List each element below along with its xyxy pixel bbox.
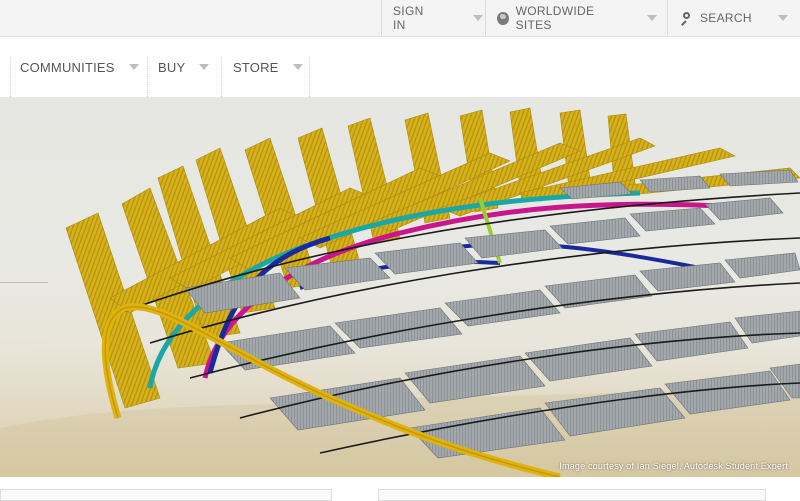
content-card — [0, 489, 332, 501]
nav-item-buy[interactable]: BUY — [158, 57, 210, 77]
search-label: SEARCH — [700, 11, 752, 25]
chevron-down-icon — [777, 15, 788, 21]
chevron-down-icon — [473, 15, 483, 21]
nav-item-communities[interactable]: COMMUNITIES — [20, 57, 139, 77]
divider — [485, 0, 486, 36]
chevron-down-icon — [128, 64, 139, 70]
divider — [309, 57, 310, 97]
chevron-down-icon — [292, 64, 303, 70]
globe-icon — [497, 11, 509, 25]
sign-in-button[interactable]: SIGN IN — [393, 0, 483, 36]
worldwide-sites-label: WORLDWIDE SITES — [515, 4, 595, 32]
chevron-down-icon — [647, 15, 657, 21]
chevron-down-icon — [199, 64, 210, 70]
search-button[interactable]: SEARCH — [680, 0, 798, 36]
nav-item-store[interactable]: STORE — [233, 57, 303, 77]
search-icon — [680, 11, 693, 25]
divider — [221, 57, 222, 97]
hero-image — [0, 107, 800, 477]
divider — [0, 282, 48, 283]
sign-in-label: SIGN IN — [393, 4, 424, 32]
hero-banner[interactable]: Image courtesy of Ian Siegel, Autodesk S… — [0, 98, 800, 477]
image-credit: Image courtesy of Ian Siegel, Autodesk S… — [559, 461, 788, 471]
nav-item-label: COMMUNITIES — [20, 59, 115, 75]
utility-bar: SIGN IN WORLDWIDE SITES SEARCH — [0, 0, 800, 37]
nav-item-label: STORE — [233, 59, 279, 75]
divider — [10, 57, 11, 97]
divider — [667, 0, 668, 36]
worldwide-sites-button[interactable]: WORLDWIDE SITES — [497, 0, 657, 36]
divider — [381, 0, 382, 36]
divider — [147, 57, 148, 97]
content-card — [378, 489, 766, 501]
main-nav: COMMUNITIES BUY STORE — [0, 37, 800, 98]
nav-item-label: BUY — [158, 59, 186, 75]
